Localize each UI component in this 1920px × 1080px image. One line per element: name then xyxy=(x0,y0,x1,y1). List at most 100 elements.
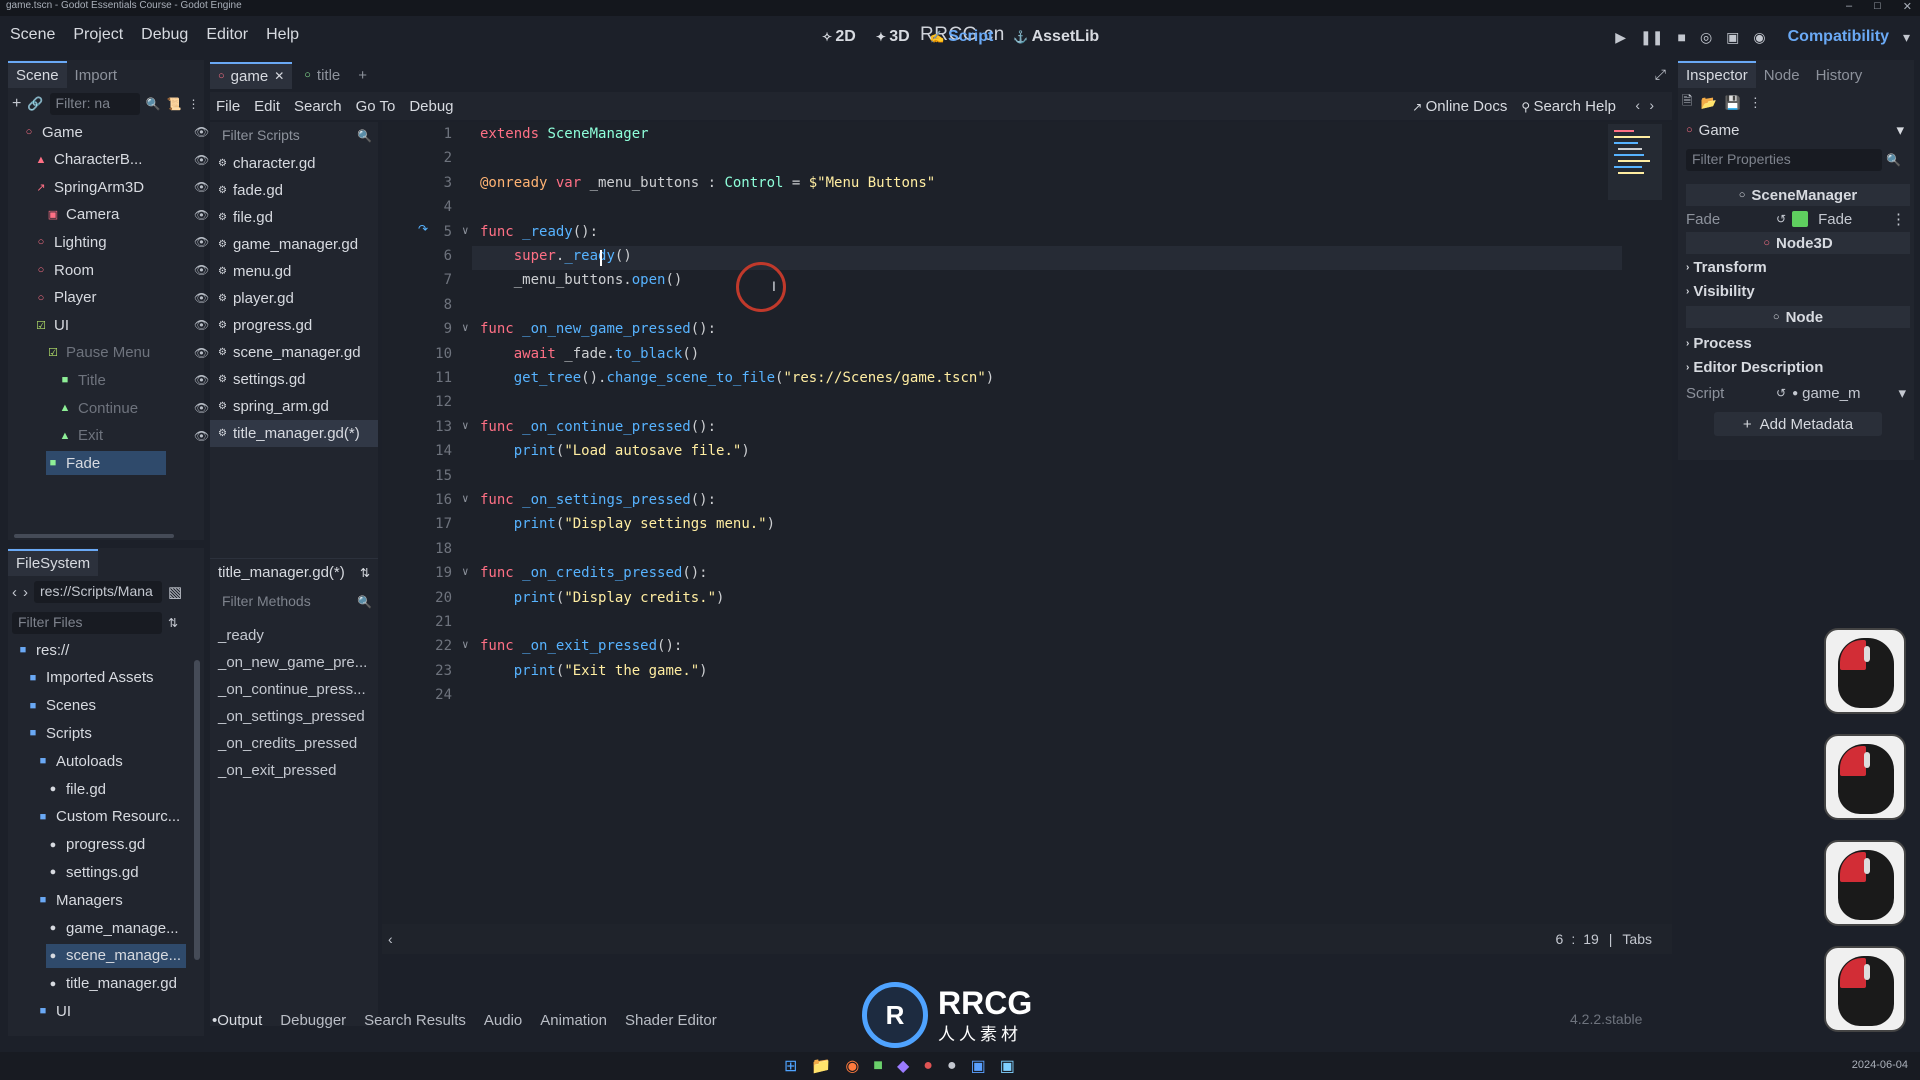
app-icon[interactable]: ● xyxy=(947,1057,957,1075)
section-node3d[interactable]: ○ Node3D xyxy=(1686,232,1910,254)
scene-hscrollbar[interactable] xyxy=(14,534,174,538)
visibility-icon[interactable]: 👁 xyxy=(194,235,209,249)
method-item-on-credits-pressed[interactable]: _on_credits_pressed xyxy=(210,730,378,757)
scene-tab-game[interactable]: ○ game ✕ xyxy=(210,61,293,89)
menu-project[interactable]: Project xyxy=(73,26,123,44)
group-transform[interactable]: › Transform xyxy=(1686,256,1910,278)
visibility-icon[interactable]: 👁 xyxy=(194,401,209,415)
visibility-icon[interactable]: 👁 xyxy=(194,208,209,222)
scene-node-ui[interactable]: ☑ UI 👁 xyxy=(34,313,209,337)
property-script-value[interactable]: game_m xyxy=(1802,385,1860,402)
forward-icon[interactable]: › xyxy=(23,584,28,601)
menu-debug[interactable]: Debug xyxy=(141,26,188,44)
visibility-icon[interactable]: 👁 xyxy=(194,291,209,305)
filter-methods-input[interactable]: Filter Methods xyxy=(216,591,357,613)
scene-node-title[interactable]: ■ Title 👁 xyxy=(58,368,210,392)
browser-icon[interactable]: ◉ xyxy=(845,1056,859,1076)
method-item-on-settings-pressed[interactable]: _on_settings_pressed xyxy=(210,703,378,730)
tab-scene[interactable]: Scene xyxy=(8,61,67,88)
script-item-file-gd[interactable]: ⚙ file.gd xyxy=(210,204,378,231)
script-menu-edit[interactable]: Edit xyxy=(254,98,280,115)
search-help-button[interactable]: ⚲ Search Help xyxy=(1521,98,1616,115)
add-node-icon[interactable]: + xyxy=(12,95,21,113)
fold-arrow-icon[interactable]: ∨ xyxy=(462,492,469,505)
scene-node-room[interactable]: ○ Room 👁 xyxy=(34,258,210,282)
script-item-title-manager-gd[interactable]: ⚙ title_manager.gd(*) xyxy=(210,420,378,447)
chevron-down-icon[interactable]: ▾ xyxy=(1896,121,1904,139)
fs-item-settings-gd[interactable]: ● settings.gd xyxy=(46,860,139,884)
revert-icon[interactable]: ↺ xyxy=(1776,212,1786,226)
fold-arrow-icon[interactable]: ∨ xyxy=(462,224,469,237)
group-visibility[interactable]: › Visibility xyxy=(1686,280,1910,302)
distraction-free-icon[interactable]: ⤢ xyxy=(1655,66,1666,83)
fs-item-progress-gd[interactable]: ● progress.gd xyxy=(46,833,146,857)
fs-item-title-manager-gd[interactable]: ● title_manager.gd xyxy=(46,972,177,996)
fs-vscrollbar[interactable] xyxy=(194,660,200,960)
fold-arrow-icon[interactable]: ∨ xyxy=(462,638,469,651)
indent-mode[interactable]: Tabs xyxy=(1622,931,1652,947)
fs-filter-input[interactable]: Filter Files xyxy=(12,612,162,634)
script-item-spring-arm-gd[interactable]: ⚙ spring_arm.gd xyxy=(210,393,378,420)
bottom-tab-animation[interactable]: Animation xyxy=(540,1012,607,1029)
next-script-icon[interactable]: › xyxy=(1649,97,1654,113)
script-item-menu-gd[interactable]: ⚙ menu.gd xyxy=(210,258,378,285)
menu-help[interactable]: Help xyxy=(266,26,299,44)
scene-node-characterb[interactable]: ▲ CharacterB... 👁 xyxy=(34,148,210,172)
back-icon[interactable]: ‹ xyxy=(12,584,17,601)
fs-item-game-manage[interactable]: ● game_manage... xyxy=(46,916,179,940)
save-icon[interactable]: 💾 xyxy=(1725,95,1741,111)
open-folder-icon[interactable]: 📂 xyxy=(1700,95,1716,111)
fs-item-res[interactable]: ■ res:// xyxy=(16,638,70,662)
movie-icon[interactable]: ▣ xyxy=(1726,29,1739,46)
script-item-scene-manager-gd[interactable]: ⚙ scene_manager.gd xyxy=(210,339,378,366)
fold-arrow-icon[interactable]: ∨ xyxy=(462,321,469,334)
remote-debug-icon[interactable]: ◎ xyxy=(1700,29,1712,46)
inspector-object-selector[interactable]: ○ Game ▾ xyxy=(1686,118,1904,142)
script-menu-go-to[interactable]: Go To xyxy=(356,98,396,115)
pause-icon[interactable]: ❚❚ xyxy=(1640,29,1663,46)
bottom-tab-debugger[interactable]: Debugger xyxy=(280,1012,346,1029)
fs-item-imported-assets[interactable]: ■ Imported Assets xyxy=(26,666,154,690)
more-icon[interactable]: ⋮ xyxy=(1891,210,1906,228)
tab-inspector[interactable]: Inspector xyxy=(1678,61,1756,88)
scene-node-player[interactable]: ○ Player 👁 xyxy=(34,286,210,310)
fs-item-ui[interactable]: ■ UI xyxy=(36,999,71,1023)
workspace-assetlib[interactable]: ⚓ AssetLib xyxy=(1013,28,1099,46)
sort-icon[interactable]: ⇅ xyxy=(168,616,178,630)
visibility-icon[interactable]: 👁 xyxy=(194,125,209,139)
minimize-icon[interactable]: – xyxy=(1846,0,1852,13)
fs-item-scripts[interactable]: ■ Scripts xyxy=(26,721,92,745)
workspace-3d[interactable]: ✦ 3D xyxy=(876,28,910,46)
close-icon[interactable]: ✕ xyxy=(274,69,284,83)
split-view-icon[interactable]: ▧ xyxy=(168,583,182,601)
script-item-game-manager-gd[interactable]: ⚙ game_manager.gd xyxy=(210,231,378,258)
code-editor[interactable]: 1 extends SceneManager 2 3 @onready var _men… xyxy=(382,122,1672,954)
fs-item-file-gd[interactable]: ● file.gd xyxy=(46,777,106,801)
group-editor-description[interactable]: › Editor Description xyxy=(1686,356,1910,378)
app-icon[interactable]: ■ xyxy=(873,1057,883,1075)
scene-node-springarm3d[interactable]: ↗ SpringArm3D 👁 xyxy=(34,175,209,199)
fs-path-input[interactable]: res://Scripts/Mana xyxy=(34,581,162,603)
script-menu-search[interactable]: Search xyxy=(294,98,342,115)
script-item-progress-gd[interactable]: ⚙ progress.gd xyxy=(210,312,378,339)
scroll-left-icon[interactable]: ‹ xyxy=(388,931,393,947)
godot-icon[interactable]: ▣ xyxy=(971,1056,986,1076)
scene-node-fade[interactable]: ■ Fade xyxy=(46,451,166,476)
visibility-icon[interactable]: 👁 xyxy=(194,263,209,277)
workspace-2d[interactable]: ✧ 2D xyxy=(822,28,856,46)
fs-item-scenes[interactable]: ■ Scenes xyxy=(26,694,96,718)
visibility-icon[interactable]: 👁 xyxy=(194,318,209,332)
property-fade-value[interactable]: Fade xyxy=(1818,211,1852,228)
scene-node-camera[interactable]: ▣ Camera 👁 xyxy=(46,203,209,227)
tab-import[interactable]: Import xyxy=(67,63,126,88)
revert-icon[interactable]: ↺ xyxy=(1776,386,1786,400)
script-menu-debug[interactable]: Debug xyxy=(409,98,453,115)
scene-node-exit[interactable]: ▲ Exit 👁 xyxy=(58,424,210,448)
play-icon[interactable]: ▶ xyxy=(1615,29,1626,46)
script-item-player-gd[interactable]: ⚙ player.gd xyxy=(210,285,378,312)
prev-script-icon[interactable]: ‹ xyxy=(1635,97,1640,113)
add-scene-tab-icon[interactable]: + xyxy=(358,67,367,84)
scene-node-pause-menu[interactable]: ☑ Pause Menu 👁 xyxy=(46,341,209,365)
tab-filesystem[interactable]: FileSystem xyxy=(8,549,99,576)
chevron-down-icon[interactable]: ▾ xyxy=(1898,384,1906,402)
